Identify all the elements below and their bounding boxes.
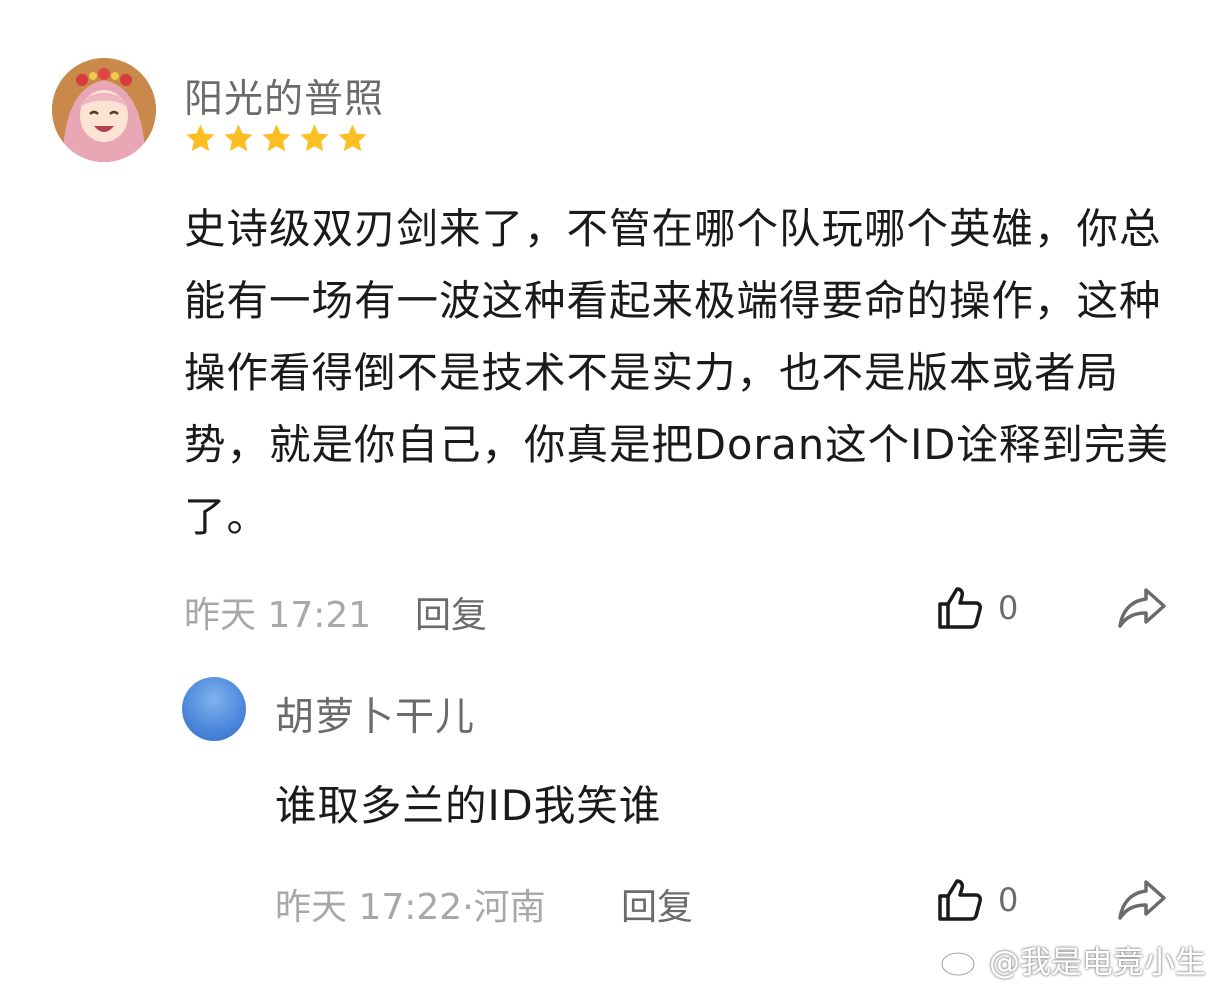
watermark: @我是电竞小生 — [939, 937, 1206, 982]
reply-button[interactable]: 回复 — [415, 586, 487, 638]
replier-name[interactable]: 胡萝卜干儿 — [275, 686, 475, 742]
share-arrow-icon[interactable] — [1116, 584, 1168, 632]
like-button[interactable]: 0 — [936, 584, 1018, 632]
comment-text: 史诗级双刃剑来了，不管在哪个队玩哪个英雄，你总能有一场有一波这种看起来极端得要命… — [184, 204, 1169, 541]
comment-timestamp: 昨天 17:21 — [184, 595, 372, 636]
star-icon — [338, 124, 367, 152]
commenter-name[interactable]: 阳光的普照 — [184, 68, 384, 124]
thumbs-up-icon — [938, 879, 982, 921]
star-icon — [186, 124, 215, 152]
reply-timestamp: 昨天 17:22·河南 — [275, 887, 546, 928]
weibo-logo-icon — [940, 946, 980, 976]
star-icon — [224, 124, 253, 152]
watermark-text: @我是电竞小生 — [989, 945, 1206, 981]
like-count: 0 — [998, 589, 1019, 627]
reply-button[interactable]: 回复 — [621, 878, 693, 930]
reply-text: 谁取多兰的ID我笑谁 — [275, 781, 662, 830]
like-count: 0 — [998, 881, 1019, 919]
avatar[interactable] — [52, 58, 156, 162]
star-icon — [262, 124, 291, 152]
thumbs-up-icon — [938, 587, 982, 629]
star-icon — [300, 124, 329, 152]
share-arrow-icon[interactable] — [1116, 876, 1168, 924]
like-button[interactable]: 0 — [936, 876, 1018, 924]
anime-avatar-icon — [52, 58, 156, 162]
star-rating — [184, 122, 369, 155]
avatar[interactable] — [182, 677, 246, 741]
